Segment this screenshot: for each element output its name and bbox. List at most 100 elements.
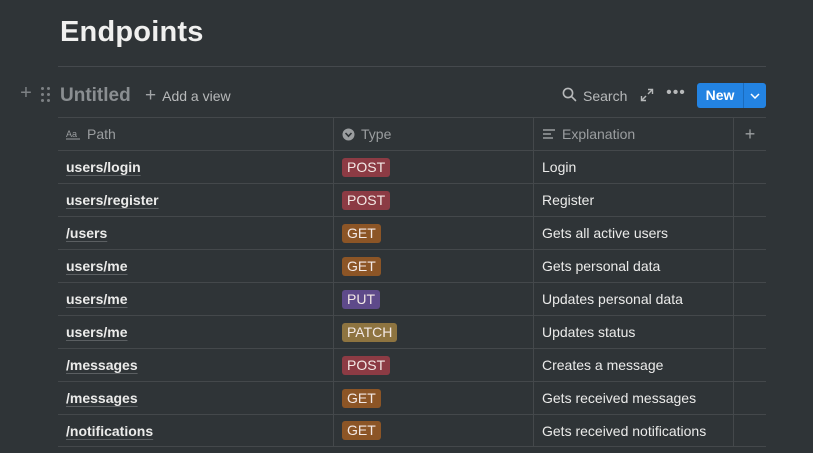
new-button-label: New (705, 87, 735, 103)
column-label: Path (87, 126, 116, 142)
explanation-text: Updates personal data (542, 291, 683, 307)
path-text[interactable]: /users (66, 225, 107, 241)
column-label: Explanation (562, 126, 636, 142)
table-row[interactable]: users/me GET Gets personal data (58, 249, 766, 282)
search-button[interactable]: Search (562, 86, 627, 106)
type-cell[interactable]: GET (334, 415, 534, 446)
path-cell[interactable]: users/login (58, 151, 334, 183)
path-cell[interactable]: /messages (58, 382, 334, 414)
search-icon (562, 87, 577, 105)
explanation-cell[interactable]: Register (534, 184, 734, 216)
explanation-cell[interactable]: Gets all active users (534, 217, 734, 249)
add-property-icon[interactable]: + (734, 118, 766, 150)
type-cell[interactable]: POST (334, 349, 534, 381)
search-label: Search (583, 88, 628, 104)
explanation-text: Creates a message (542, 357, 664, 373)
path-text[interactable]: users/me (66, 291, 127, 307)
path-text[interactable]: users/login (66, 159, 141, 175)
drag-handle-icon[interactable] (41, 87, 51, 103)
text-lines-icon (542, 128, 556, 140)
empty-cell (734, 316, 766, 348)
type-cell[interactable]: GET (334, 382, 534, 414)
path-cell[interactable]: users/me (58, 316, 334, 348)
column-header-type[interactable]: Type (334, 118, 534, 150)
column-label: Type (361, 126, 392, 142)
path-cell[interactable]: users/me (58, 283, 334, 315)
table-row[interactable]: users/register POST Register (58, 183, 766, 216)
expand-icon[interactable] (640, 88, 654, 102)
type-tag: PATCH (342, 322, 398, 342)
column-header-explanation[interactable]: Explanation (534, 118, 734, 150)
explanation-text: Gets received messages (542, 390, 697, 406)
table-row[interactable]: /messages GET Gets received messages (58, 381, 766, 414)
path-cell[interactable]: users/register (58, 184, 334, 216)
table-row[interactable]: /messages POST Creates a message (58, 348, 766, 381)
svg-text:Aa: Aa (66, 129, 77, 139)
explanation-text: Updates status (542, 324, 636, 340)
table-row[interactable]: users/me PATCH Updates status (58, 315, 766, 348)
explanation-cell[interactable]: Login (534, 151, 734, 183)
empty-cell (734, 217, 766, 249)
explanation-text: Register (542, 192, 595, 208)
type-cell[interactable]: GET (334, 250, 534, 282)
empty-cell (734, 250, 766, 282)
empty-cell (734, 184, 766, 216)
add-block-icon[interactable]: + (17, 83, 35, 103)
view-title[interactable]: Untitled (60, 85, 131, 107)
explanation-cell[interactable]: Gets personal data (534, 250, 734, 282)
type-tag: GET (342, 421, 381, 440)
type-tag: GET (342, 388, 381, 408)
empty-cell (734, 283, 766, 315)
path-text[interactable]: /messages (66, 357, 138, 373)
type-cell[interactable]: GET (334, 217, 534, 249)
page-title: Endpoints (60, 16, 204, 48)
type-cell[interactable]: PUT (334, 283, 534, 315)
path-text[interactable]: /notifications (66, 423, 153, 439)
explanation-cell[interactable]: Gets received messages (534, 382, 734, 414)
table-row[interactable]: users/login POST Login (58, 150, 766, 183)
explanation-text: Gets personal data (542, 258, 661, 274)
explanation-text: Login (542, 159, 577, 175)
empty-cell (734, 151, 766, 183)
add-view-label: Add a view (162, 88, 231, 104)
table-header: Aa Path Type Explanation + (58, 117, 766, 150)
column-header-path[interactable]: Aa Path (58, 118, 334, 150)
path-text[interactable]: /messages (66, 390, 138, 406)
path-text[interactable]: users/me (66, 324, 127, 340)
type-tag: GET (342, 256, 381, 276)
path-cell[interactable]: /messages (58, 349, 334, 381)
empty-cell (734, 415, 766, 446)
path-cell[interactable]: /notifications (58, 415, 334, 446)
type-tag: GET (342, 223, 381, 243)
add-view-button[interactable]: + Add a view (145, 86, 231, 106)
empty-cell (734, 349, 766, 381)
type-cell[interactable]: PATCH (334, 316, 534, 348)
explanation-cell[interactable]: Gets received notifications (534, 415, 734, 446)
table-row[interactable]: /users GET Gets all active users (58, 216, 766, 249)
path-cell[interactable]: users/me (58, 250, 334, 282)
database-table: Aa Path Type Explanation + users/login P… (58, 117, 766, 447)
title-divider (58, 66, 766, 67)
explanation-text: Gets all active users (542, 225, 669, 241)
table-row[interactable]: users/me PUT Updates personal data (58, 282, 766, 315)
path-cell[interactable]: /users (58, 217, 334, 249)
type-tag: POST (342, 157, 391, 177)
text-property-icon: Aa (66, 128, 81, 140)
view-toolbar: + Untitled + Add a view Search ••• New (0, 80, 813, 110)
type-tag: PUT (342, 289, 380, 309)
database-page: Endpoints + Untitled + Add a view Search (0, 0, 813, 453)
path-text[interactable]: users/me (66, 258, 127, 274)
explanation-text: Gets received notifications (542, 422, 707, 439)
new-button[interactable]: New (697, 83, 766, 108)
type-tag: POST (342, 190, 391, 210)
table-row[interactable]: /notifications GET Gets received notificat… (58, 414, 766, 447)
explanation-cell[interactable]: Creates a message (534, 349, 734, 381)
explanation-cell[interactable]: Updates status (534, 316, 734, 348)
explanation-cell[interactable]: Updates personal data (534, 283, 734, 315)
chevron-down-icon[interactable] (744, 83, 766, 108)
type-cell[interactable]: POST (334, 184, 534, 216)
more-options-icon[interactable]: ••• (666, 84, 686, 104)
empty-cell (734, 382, 766, 414)
type-cell[interactable]: POST (334, 151, 534, 183)
path-text[interactable]: users/register (66, 192, 159, 208)
